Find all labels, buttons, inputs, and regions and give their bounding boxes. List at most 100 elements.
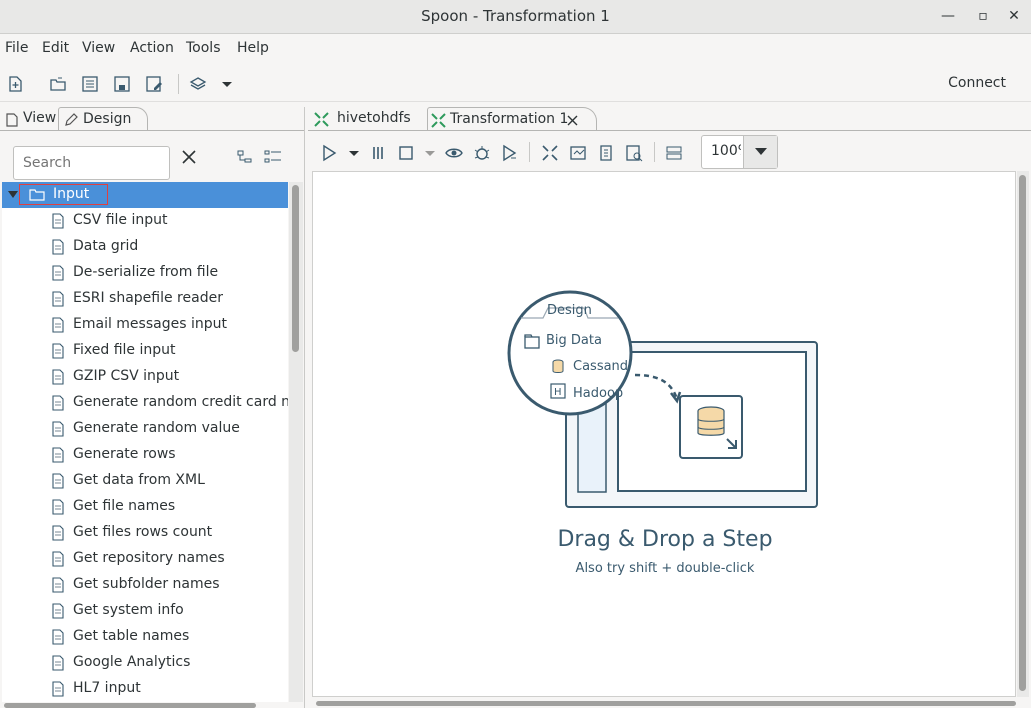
window-title: Spoon - Transformation 1: [421, 7, 610, 25]
menu-tools[interactable]: Tools: [186, 40, 221, 56]
tree-item[interactable]: Get repository names: [2, 546, 288, 572]
zoom-dropdown-button[interactable]: [743, 136, 777, 168]
verify-icon[interactable]: [541, 144, 559, 162]
tree-item-label: Get data from XML: [73, 472, 205, 488]
step-icon: [52, 395, 64, 411]
expand-all-icon[interactable]: [264, 148, 282, 166]
step-tree: Input CSV file input Data grid De-serializ…: [2, 182, 288, 702]
tree-item[interactable]: Get system info: [2, 598, 288, 624]
canvas-scrollbar[interactable]: [1017, 171, 1029, 697]
step-icon: [52, 499, 64, 515]
tree-item[interactable]: De-serialize from file: [2, 260, 288, 286]
search-input[interactable]: [13, 146, 170, 180]
step-icon: [52, 239, 64, 255]
chevron-down-icon[interactable]: [345, 144, 363, 162]
chevron-down-icon[interactable]: [421, 144, 439, 162]
tab-hivetohdfs-label: hivetohdfs: [337, 110, 411, 126]
tree-item[interactable]: Generate rows: [2, 442, 288, 468]
illustration-item-label: Cassandr: [573, 359, 629, 374]
menu-help[interactable]: Help: [237, 40, 269, 56]
tree-item-label: Email messages input: [73, 316, 227, 332]
step-icon: [52, 447, 64, 463]
step-icon: [52, 291, 64, 307]
tree-item-label: Get subfolder names: [73, 576, 220, 592]
stop-icon[interactable]: [397, 144, 415, 162]
close-tab-icon[interactable]: [567, 115, 578, 126]
tree-category-input[interactable]: Input: [2, 182, 288, 208]
tree-item-label: Fixed file input: [73, 342, 176, 358]
tree-item-label: Generate random value: [73, 420, 240, 436]
save-icon[interactable]: [113, 75, 131, 93]
pause-icon[interactable]: [369, 144, 387, 162]
tree-item[interactable]: Generate random credit card num: [2, 390, 288, 416]
open-file-icon[interactable]: [49, 75, 67, 93]
tree-item[interactable]: Get table names: [2, 624, 288, 650]
explore-database-icon[interactable]: [625, 144, 643, 162]
chevron-down-icon[interactable]: [218, 75, 236, 93]
scrollbar-thumb[interactable]: [4, 703, 256, 708]
tree-item[interactable]: HL7 input: [2, 676, 288, 702]
step-icon: [52, 317, 64, 333]
tree-item-label: Get table names: [73, 628, 190, 644]
close-button[interactable]: ✕: [1004, 6, 1024, 26]
tree-item[interactable]: Get data from XML: [2, 468, 288, 494]
tree-item[interactable]: GZIP CSV input: [2, 364, 288, 390]
tree-item[interactable]: Get subfolder names: [2, 572, 288, 598]
tree-item[interactable]: Generate random value: [2, 416, 288, 442]
tab-transformation-1[interactable]: Transformation 1: [427, 107, 597, 131]
menu-edit[interactable]: Edit: [42, 40, 69, 56]
tree-horizontal-scrollbar[interactable]: [2, 703, 302, 708]
clear-search-icon[interactable]: [180, 148, 198, 166]
replay-icon[interactable]: [500, 144, 518, 162]
tab-design[interactable]: Design: [58, 107, 148, 131]
tree-scrollbar[interactable]: [289, 182, 303, 702]
tree-item[interactable]: Data grid: [2, 234, 288, 260]
tab-view[interactable]: View: [4, 107, 59, 131]
explore-repository-icon[interactable]: [81, 75, 99, 93]
layers-icon[interactable]: [189, 75, 207, 93]
canvas-toolbar: [308, 135, 1031, 169]
step-icon: [52, 369, 64, 385]
tree-item[interactable]: Email messages input: [2, 312, 288, 338]
illustration-tab-label: Design: [547, 303, 592, 318]
connect-button[interactable]: Connect: [948, 75, 1006, 91]
tab-hivetohdfs[interactable]: hivetohdfs: [312, 107, 426, 131]
scrollbar-thumb[interactable]: [292, 185, 299, 352]
tree-item-label: ESRI shapefile reader: [73, 290, 223, 306]
canvas-horizontal-scrollbar[interactable]: [314, 701, 1019, 707]
transformation-icon: [314, 112, 329, 127]
scrollbar-thumb[interactable]: [316, 701, 1016, 706]
minimize-button[interactable]: —: [938, 6, 958, 26]
collapse-all-icon[interactable]: [236, 148, 254, 166]
save-as-icon[interactable]: [145, 75, 163, 93]
tree-item-label: CSV file input: [73, 212, 168, 228]
menu-view[interactable]: View: [82, 40, 115, 56]
zoom-value[interactable]: 100%: [711, 143, 741, 159]
tree-item[interactable]: Get file names: [2, 494, 288, 520]
run-icon[interactable]: [320, 144, 338, 162]
debug-icon[interactable]: [473, 144, 491, 162]
impact-icon[interactable]: [569, 144, 587, 162]
tree-item[interactable]: CSV file input: [2, 208, 288, 234]
tree-item[interactable]: Fixed file input: [2, 338, 288, 364]
expand-triangle-icon[interactable]: [8, 191, 18, 199]
editor-panel: hivetohdfs Transformation 1 100%: [308, 107, 1031, 708]
tree-item[interactable]: ESRI shapefile reader: [2, 286, 288, 312]
step-icon: [52, 551, 64, 567]
show-results-icon[interactable]: [665, 144, 683, 162]
menu-file[interactable]: File: [5, 40, 28, 56]
tree-item[interactable]: Get files rows count: [2, 520, 288, 546]
sql-icon[interactable]: [597, 144, 615, 162]
chevron-down-icon: [755, 148, 767, 155]
transformation-canvas[interactable]: H Design Big Data Cassandr Hadoop Drag &…: [312, 171, 1016, 697]
menu-action[interactable]: Action: [130, 40, 174, 56]
preview-eye-icon[interactable]: [445, 144, 463, 162]
tree-item[interactable]: Google Analytics: [2, 650, 288, 676]
scrollbar-thumb[interactable]: [1019, 175, 1026, 691]
maximize-button[interactable]: ▫: [973, 6, 993, 26]
step-icon: [52, 213, 64, 229]
new-file-icon[interactable]: [6, 75, 24, 93]
step-icon: [52, 629, 64, 645]
zoom-combobox[interactable]: 100%: [701, 135, 778, 169]
transformation-icon: [431, 113, 446, 128]
